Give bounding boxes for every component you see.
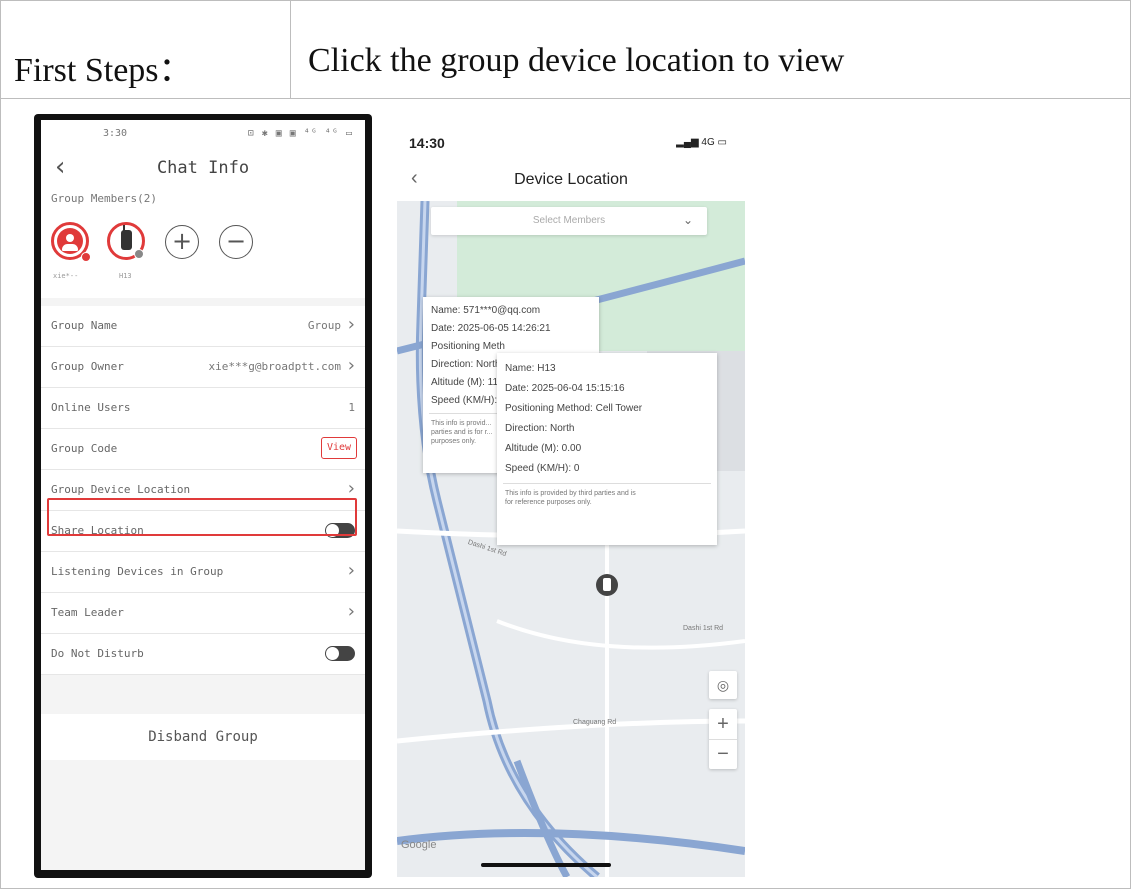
chevron-right-icon: › [347, 560, 355, 581]
battery-icon: ▭ [717, 137, 727, 148]
device-location-header: ‹ Device Location [397, 161, 745, 201]
member-status-dot [134, 249, 144, 259]
card-date: Date: 2025-06-05 14:26:21 [431, 323, 551, 334]
member-avatar-device[interactable] [107, 222, 145, 260]
status-signal: ▂▄▆ 4G ▭ [676, 137, 727, 148]
table-border-left [0, 0, 1, 889]
chevron-right-icon: › [347, 478, 355, 499]
user-icon [57, 228, 83, 254]
road-label: Dashi 1st Rd [683, 625, 724, 632]
status-bar: 14:30 ▂▄▆ 4G ▭ [397, 125, 745, 161]
card-note: This info is provided by third parties a… [505, 490, 636, 506]
info-card-device: Name: H13 Date: 2025-06-04 15:15:16 Posi… [497, 353, 717, 545]
row-group-code: Group Code View [41, 429, 365, 470]
chat-info-header: ‹ Chat Info [41, 146, 365, 188]
chat-info-screen: 3:30 ⊡ ✱ ▣ ▣ ⁴ᴳ ⁴ᴳ ▭ ‹ Chat Info Group M… [41, 120, 365, 870]
row-label: Online Users [51, 401, 131, 414]
settings-list: Group Name Group › Group Owner xie***g@b… [41, 306, 365, 675]
signal-strength-icon: ▂▄▆ [676, 137, 702, 148]
row-value: 1 [348, 401, 355, 414]
status-time: 14:30 [409, 135, 445, 151]
map-attribution: Google [401, 839, 437, 851]
card-direction: Direction: North [505, 423, 575, 434]
zoom-control: + − [709, 709, 737, 769]
highlight-box [47, 498, 357, 536]
status-icons: ⊡ ✱ ▣ ▣ ⁴ᴳ ⁴ᴳ ▭ [247, 128, 353, 139]
row-team-leader[interactable]: Team Leader › [41, 593, 365, 634]
radio-device-icon [121, 230, 132, 250]
table-border-mid [0, 98, 1131, 99]
card-date: Date: 2025-06-04 15:15:16 [505, 383, 625, 394]
card-note: This info is provid... parties and is fo… [431, 420, 493, 445]
step-label: First Steps： [14, 52, 193, 89]
row-value: Group [307, 319, 341, 332]
page-title: Chat Info [156, 158, 250, 178]
marker-device-body [603, 578, 611, 591]
card-altitude: Altitude (M): 11: [431, 377, 501, 388]
card-direction: Direction: North [431, 359, 501, 370]
group-members-section: Group Members(2) xie*-- H13 + − [41, 188, 365, 298]
row-label: Group Device Location [51, 483, 191, 496]
row-online-users: Online Users 1 [41, 388, 365, 429]
remove-member-button[interactable]: − [219, 225, 253, 259]
user-head-shape [66, 234, 74, 242]
my-location-button[interactable]: ◎ [709, 671, 737, 699]
table-border-right [1130, 0, 1131, 889]
member-status-dot [81, 252, 91, 262]
disband-group-button[interactable]: Disband Group [41, 714, 365, 760]
card-name: Name: 571***0@qq.com [431, 305, 541, 316]
card-altitude: Altitude (M): 0.00 [505, 443, 582, 454]
street-road [397, 718, 745, 744]
card-method: Positioning Meth [431, 341, 505, 352]
status-time: 3:30 [103, 128, 128, 139]
view-code-button[interactable]: View [321, 437, 357, 459]
network-type: 4G [701, 137, 715, 148]
row-do-not-disturb: Do Not Disturb [41, 634, 365, 675]
chevron-right-icon: › [347, 601, 355, 622]
card-divider [503, 483, 711, 484]
card-speed: Speed (KM/H): 0 [505, 463, 580, 474]
card-speed: Speed (KM/H): ( [431, 395, 504, 406]
row-label: Group Owner [51, 360, 124, 373]
phone-device-location: 14:30 ▂▄▆ 4G ▭ ‹ Device Location Select … [397, 125, 745, 877]
user-torso-shape [62, 244, 78, 251]
row-value: xie***g@broadptt.com [208, 360, 341, 373]
table-border-bottom [0, 888, 1131, 889]
map-view[interactable]: Select Members ⌄ Name: 571***0@qq.com Da… [397, 201, 745, 877]
do-not-disturb-toggle[interactable] [325, 646, 355, 661]
home-indicator [481, 863, 611, 867]
chevron-right-icon: › [347, 355, 355, 376]
chevron-right-icon: › [347, 314, 355, 335]
group-members-label: Group Members(2) [51, 192, 157, 205]
highway-road [513, 759, 571, 877]
toggle-knob [326, 647, 339, 660]
zoom-out-button[interactable]: − [709, 740, 737, 770]
select-placeholder: Select Members [532, 215, 606, 226]
add-member-button[interactable]: + [165, 225, 199, 259]
member-name: xie*-- [53, 272, 79, 280]
member-avatar-user[interactable] [51, 222, 91, 262]
zoom-in-button[interactable]: + [709, 709, 737, 740]
row-label: Group Code [51, 442, 118, 455]
row-label: Group Name [51, 319, 118, 332]
row-label: Listening Devices in Group [51, 565, 224, 578]
select-members-dropdown[interactable]: Select Members ⌄ [431, 207, 707, 235]
row-group-owner[interactable]: Group Owner xie***g@broadptt.com › [41, 347, 365, 388]
table-border-col [290, 0, 291, 98]
phone-chat-info: 3:30 ⊡ ✱ ▣ ▣ ⁴ᴳ ⁴ᴳ ▭ ‹ Chat Info Group M… [34, 114, 372, 878]
road-label: Chaguang Rd [573, 719, 617, 726]
table-border-top [0, 0, 1131, 1]
step-text: Click the group device location to view [308, 42, 845, 79]
row-listening-devices[interactable]: Listening Devices in Group › [41, 552, 365, 593]
card-name: Name: H13 [505, 363, 556, 374]
row-label: Team Leader [51, 606, 124, 619]
row-group-name[interactable]: Group Name Group › [41, 306, 365, 347]
status-bar: 3:30 ⊡ ✱ ▣ ▣ ⁴ᴳ ⁴ᴳ ▭ [41, 120, 365, 146]
chevron-down-icon: ⌄ [682, 213, 693, 227]
page-title: Device Location [514, 171, 628, 188]
row-label: Do Not Disturb [51, 647, 144, 660]
member-name: H13 [119, 272, 132, 280]
card-method: Positioning Method: Cell Tower [505, 403, 643, 414]
